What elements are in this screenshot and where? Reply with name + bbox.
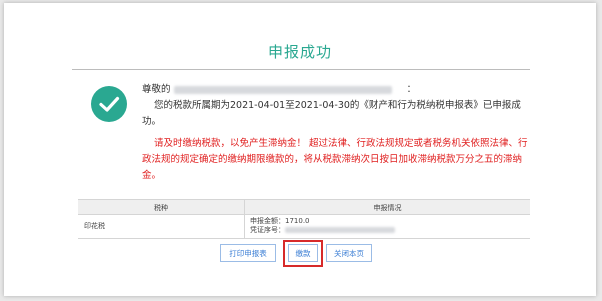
success-message-line1: 您的税款所属期为2021-04-01至2021-04-30的《财产和行为税纳税申… [154,100,521,111]
pay-button-highlight [283,240,323,267]
table-header-row: 税种 申报情况 [78,200,530,215]
column-divider [244,200,245,238]
success-message-line2: 功。 [142,116,162,127]
declaration-table: 税种 申报情况 印花税 申报金额：1710.0 凭证序号： [78,199,530,239]
warning-line1: 请及时缴纳税款，以免产生滞纳金！ 超过法律、行政法规规定或者税务机关依照法律、行 [154,138,528,149]
check-circle-icon [91,86,127,122]
result-card: 申报成功 尊敬的 ： 您的税款所属期为2021-04-01至2021-04-30… [4,3,596,296]
close-page-button[interactable]: 关闭本页 [326,244,372,262]
warning-line3: 金。 [142,170,162,181]
header-tax-type: 税种 [154,204,168,212]
greeting-suffix: ： [406,84,417,95]
redacted-taxpayer-name [173,85,392,94]
cell-voucher: 凭证序号： [250,225,395,235]
cell-tax-type: 印花税 [84,222,105,230]
title-divider [72,69,530,70]
redacted-voucher-number [285,227,395,233]
voucher-label: 凭证序号： [250,226,285,234]
print-declaration-button[interactable]: 打印申报表 [220,244,276,262]
greeting-prefix: 尊敬的 [142,84,171,95]
warning-line2: 政法规的规定确定的缴纳期限缴款的，将从税款滞纳次日按日加收滞纳税款万分之五的滞纳 [142,154,523,165]
page-title: 申报成功 [267,43,332,61]
header-declaration-status: 申报情况 [373,204,402,212]
greeting-line: 尊敬的 ： [142,82,416,97]
